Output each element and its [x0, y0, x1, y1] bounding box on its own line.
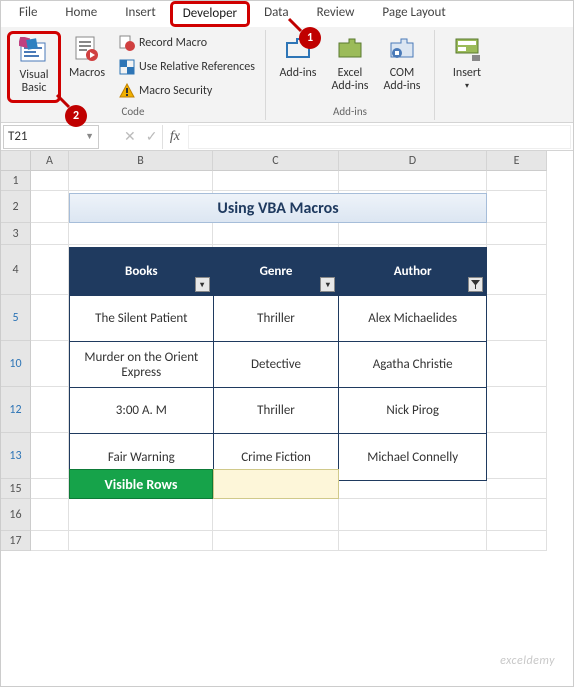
row-header-1[interactable]: 1 [1, 171, 31, 191]
filter-button-genre[interactable]: ▾ [320, 277, 335, 292]
macro-security-icon [119, 83, 135, 99]
group-code: Visual Basic Macros Record Macro Use Rel… [1, 27, 265, 122]
tab-page-layout[interactable]: Page Layout [368, 0, 459, 27]
cell-author[interactable]: Alex Michaelides [339, 296, 486, 342]
use-relative-icon [119, 59, 135, 75]
record-macro-icon [119, 35, 135, 51]
row-header-10[interactable]: 10 [1, 341, 31, 387]
row-header-17[interactable]: 17 [1, 531, 31, 551]
cell-genre[interactable]: Thriller [214, 388, 340, 434]
accept-formula-button: ✓ [141, 128, 163, 145]
tab-developer[interactable]: Developer [170, 1, 250, 27]
visual-basic-button[interactable]: Visual Basic [7, 31, 61, 103]
row-header-5[interactable]: 5 [1, 295, 31, 341]
visual-basic-icon [18, 35, 50, 67]
com-addins-icon [386, 33, 418, 65]
cell-author[interactable]: Nick Pirog [339, 388, 486, 434]
group-addins: Add-ins Excel Add-ins COM Add-ins Add-in… [266, 27, 434, 122]
tab-review[interactable]: Review [303, 0, 369, 27]
com-addins-label: COM Add-ins [378, 67, 426, 93]
chevron-down-icon: ▾ [465, 80, 469, 93]
cell-books[interactable]: 3:00 A. M [70, 388, 214, 434]
formula-input[interactable] [188, 125, 571, 149]
name-box[interactable]: T21 ▼ [3, 125, 99, 149]
excel-addins-label: Excel Add-ins [326, 67, 374, 93]
table-row: Murder on the Orient ExpressDetectiveAga… [70, 342, 486, 388]
macros-icon [71, 33, 103, 65]
macros-label: Macros [69, 67, 105, 80]
tab-insert[interactable]: Insert [111, 0, 170, 27]
col-header-A[interactable]: A [31, 151, 69, 171]
col-header-B[interactable]: B [69, 151, 213, 171]
row-header-12[interactable]: 12 [1, 387, 31, 433]
record-macro-button[interactable]: Record Macro [115, 33, 259, 53]
code-group-label: Code [122, 105, 145, 120]
addins-label: Add-ins [279, 67, 316, 80]
callout-1-label: 1 [307, 31, 313, 45]
cell-books[interactable]: Murder on the Orient Express [70, 342, 214, 388]
row-header-15[interactable]: 15 [1, 479, 31, 499]
cells-area[interactable]: Using VBA Macros Books ▾ Genre ▾ Author [31, 171, 573, 551]
cell-author[interactable]: Agatha Christie [339, 342, 486, 388]
visible-rows-button[interactable]: Visible Rows [69, 469, 213, 499]
data-table: Books ▾ Genre ▾ Author The Silent Patien… [69, 247, 487, 481]
col-header-D[interactable]: D [339, 151, 487, 171]
row-header-16[interactable]: 16 [1, 499, 31, 531]
header-books: Books ▾ [70, 248, 214, 296]
header-author: Author [339, 248, 486, 296]
cell-books[interactable]: The Silent Patient [70, 296, 214, 342]
callout-badge-1: 1 [299, 27, 321, 49]
tab-home[interactable]: Home [51, 0, 111, 27]
watermark: exceldemy [500, 654, 555, 668]
table-row: 3:00 A. MThrillerNick Pirog [70, 388, 486, 434]
table-row: The Silent PatientThrillerAlex Michaelid… [70, 296, 486, 342]
col-header-C[interactable]: C [213, 151, 339, 171]
excel-addins-icon [334, 33, 366, 65]
cell-genre[interactable]: Thriller [214, 296, 340, 342]
header-genre: Genre ▾ [214, 248, 340, 296]
macro-security-button[interactable]: Macro Security [115, 81, 259, 101]
row-headers-col: 12345101213151617 [1, 151, 31, 551]
ribbon-body: Visual Basic Macros Record Macro Use Rel… [1, 27, 573, 123]
fx-label: fx [164, 129, 186, 145]
com-addins-button[interactable]: COM Add-ins [376, 31, 428, 103]
cancel-formula-button: ✕ [119, 128, 141, 145]
filter-button-author-active[interactable] [468, 277, 483, 292]
ribbon-tabs: File Home Insert Developer Data Review P… [1, 1, 573, 27]
col-header-E[interactable]: E [487, 151, 547, 171]
name-box-value: T21 [8, 129, 28, 144]
row-header-4[interactable]: 4 [1, 245, 31, 295]
use-relative-label: Use Relative References [139, 60, 255, 74]
spreadsheet-grid: 12345101213151617 ABCDE Using VBA Macros… [1, 151, 573, 551]
tab-file[interactable]: File [5, 0, 51, 27]
code-options: Record Macro Use Relative References Mac… [113, 31, 259, 103]
insert-controls-label: Insert [453, 67, 481, 80]
callout-badge-2: 2 [65, 105, 87, 127]
insert-controls-button[interactable]: Insert ▾ [441, 31, 493, 103]
select-all-corner[interactable] [1, 151, 31, 171]
use-relative-refs-button[interactable]: Use Relative References [115, 57, 259, 77]
row-header-13[interactable]: 13 [1, 433, 31, 479]
visible-rows-value-cell[interactable] [213, 469, 339, 499]
insert-controls-icon [451, 33, 483, 65]
addins-group-label: Add-ins [333, 105, 367, 120]
cell-author[interactable]: Michael Connelly [339, 434, 486, 480]
cell-genre[interactable]: Detective [214, 342, 340, 388]
column-headers: ABCDE [31, 151, 573, 171]
filter-button-books[interactable]: ▾ [195, 277, 210, 292]
row-header-3[interactable]: 3 [1, 223, 31, 245]
visual-basic-label: Visual Basic [10, 69, 58, 95]
row-header-2[interactable]: 2 [1, 191, 31, 223]
sheet-title: Using VBA Macros [69, 193, 487, 223]
macro-security-label: Macro Security [139, 84, 212, 98]
group-controls: Insert ▾ [435, 27, 499, 122]
excel-addins-button[interactable]: Excel Add-ins [324, 31, 376, 103]
insert-function-button[interactable]: fx [162, 125, 186, 149]
formula-bar: T21 ▼ ✕ ✓ fx [1, 123, 573, 151]
record-macro-label: Record Macro [139, 36, 207, 50]
chevron-down-icon: ▼ [85, 131, 94, 142]
